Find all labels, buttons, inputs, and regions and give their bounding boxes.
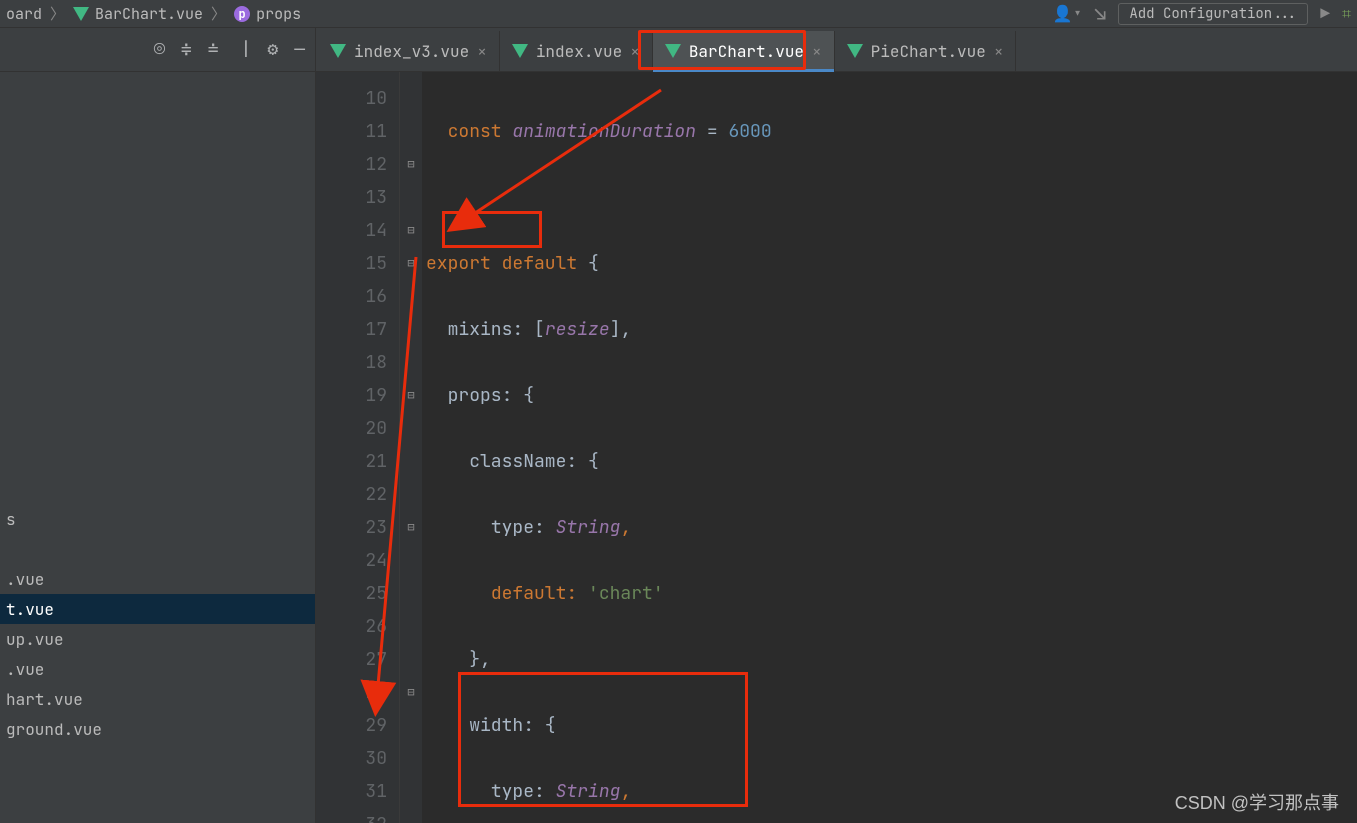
hide-icon[interactable]: —: [294, 38, 305, 61]
tree-item[interactable]: [0, 534, 315, 564]
code-content[interactable]: const animationDuration = 6000 export de…: [422, 72, 1357, 823]
top-toolbar: oard 〉 BarChart.vue 〉 p props 👤▾ ↘ Add C…: [0, 0, 1357, 28]
editor: index_v3.vue×index.vue×BarChart.vue×PieC…: [316, 28, 1357, 823]
user-icon[interactable]: 👤▾: [1053, 3, 1083, 24]
close-icon[interactable]: ×: [630, 41, 640, 62]
fold-toggle[interactable]: [400, 313, 422, 346]
fold-toggle[interactable]: [400, 775, 422, 808]
line-number[interactable]: 27: [316, 643, 387, 676]
debug-icon[interactable]: ⌗: [1342, 3, 1351, 24]
line-number[interactable]: 20: [316, 412, 387, 445]
hammer-icon[interactable]: ↘: [1094, 1, 1106, 27]
editor-tab[interactable]: BarChart.vue×: [653, 31, 835, 71]
vue-icon: [73, 7, 89, 21]
vue-icon: [330, 44, 346, 58]
file-tree[interactable]: s.vuet.vueup.vue.vuehart.vueground.vue: [0, 72, 315, 823]
editor-tab[interactable]: index.vue×: [500, 31, 653, 71]
line-number[interactable]: 12: [316, 148, 387, 181]
tree-item[interactable]: up.vue: [0, 624, 315, 654]
expand-icon[interactable]: ≑: [181, 38, 192, 61]
fold-toggle[interactable]: [400, 643, 422, 676]
line-number[interactable]: 18: [316, 346, 387, 379]
line-number[interactable]: 11: [316, 115, 387, 148]
fold-column[interactable]: ⊟⊟⊟⊟⊟⊟: [400, 72, 422, 823]
breadcrumb-item[interactable]: oard: [6, 4, 42, 24]
editor-tab[interactable]: PieChart.vue×: [835, 31, 1017, 71]
target-icon[interactable]: ◎: [154, 38, 165, 61]
fold-toggle[interactable]: ⊟: [400, 247, 422, 280]
fold-toggle[interactable]: [400, 742, 422, 775]
line-number[interactable]: 21: [316, 445, 387, 478]
line-number[interactable]: 25: [316, 577, 387, 610]
fold-toggle[interactable]: [400, 478, 422, 511]
line-number[interactable]: 17: [316, 313, 387, 346]
add-configuration-button[interactable]: Add Configuration...: [1118, 3, 1308, 25]
tree-item[interactable]: s: [0, 504, 315, 534]
fold-toggle[interactable]: [400, 346, 422, 379]
fold-toggle[interactable]: ⊟: [400, 511, 422, 544]
property-icon: p: [234, 6, 250, 22]
line-number[interactable]: 14: [316, 214, 387, 247]
fold-toggle[interactable]: [400, 808, 422, 823]
tree-item[interactable]: t.vue: [0, 594, 315, 624]
fold-toggle[interactable]: ⊟: [400, 379, 422, 412]
line-number[interactable]: 24: [316, 544, 387, 577]
close-icon[interactable]: ×: [994, 41, 1004, 62]
collapse-icon[interactable]: ≐: [208, 38, 219, 61]
vue-icon: [847, 44, 863, 58]
tree-item[interactable]: hart.vue: [0, 684, 315, 714]
vue-icon: [512, 44, 528, 58]
line-gutter[interactable]: 1011121314151617181920212223242526272829…: [316, 72, 400, 823]
tree-item[interactable]: .vue: [0, 654, 315, 684]
line-number[interactable]: 23: [316, 511, 387, 544]
line-number[interactable]: 22: [316, 478, 387, 511]
fold-toggle[interactable]: ⊟: [400, 148, 422, 181]
line-number[interactable]: 26: [316, 610, 387, 643]
line-number[interactable]: 16: [316, 280, 387, 313]
editor-tab[interactable]: index_v3.vue×: [318, 31, 500, 71]
breadcrumb[interactable]: oard 〉 BarChart.vue 〉 p props: [6, 3, 1053, 24]
chevron-right-icon: 〉: [50, 3, 65, 24]
line-number[interactable]: 31: [316, 775, 387, 808]
fold-toggle[interactable]: [400, 544, 422, 577]
toolbar-right: 👤▾ ↘ Add Configuration... ▶ ⌗: [1053, 1, 1351, 27]
code-area: 1011121314151617181920212223242526272829…: [316, 72, 1357, 823]
line-number[interactable]: 29: [316, 709, 387, 742]
fold-toggle[interactable]: [400, 709, 422, 742]
line-number[interactable]: 13: [316, 181, 387, 214]
fold-toggle[interactable]: ⊟: [400, 676, 422, 709]
fold-toggle[interactable]: [400, 115, 422, 148]
tree-item[interactable]: .vue: [0, 564, 315, 594]
project-sidebar: ◎ ≑ ≐ | ⚙ — s.vuet.vueup.vue.vuehart.vue…: [0, 28, 316, 823]
editor-tabs: index_v3.vue×index.vue×BarChart.vue×PieC…: [316, 28, 1357, 72]
fold-toggle[interactable]: [400, 577, 422, 610]
vue-icon: [665, 44, 681, 58]
sidebar-toolbar: ◎ ≑ ≐ | ⚙ —: [0, 28, 315, 72]
close-icon[interactable]: ×: [812, 41, 822, 62]
watermark: CSDN @学习那点事: [1175, 789, 1339, 815]
chevron-right-icon: 〉: [211, 3, 226, 24]
run-icon[interactable]: ▶: [1320, 3, 1330, 24]
main: ◎ ≑ ≐ | ⚙ — s.vuet.vueup.vue.vuehart.vue…: [0, 28, 1357, 823]
line-number[interactable]: 30: [316, 742, 387, 775]
gear-icon[interactable]: ⚙: [267, 38, 278, 61]
fold-toggle[interactable]: ⊟: [400, 214, 422, 247]
line-number[interactable]: 19: [316, 379, 387, 412]
fold-toggle[interactable]: [400, 412, 422, 445]
annotation-box: [442, 211, 542, 248]
line-number[interactable]: 10: [316, 82, 387, 115]
line-number[interactable]: 15: [316, 247, 387, 280]
fold-toggle[interactable]: [400, 610, 422, 643]
fold-toggle[interactable]: [400, 445, 422, 478]
tree-item[interactable]: ground.vue: [0, 714, 315, 744]
fold-toggle[interactable]: [400, 82, 422, 115]
tree-item[interactable]: [0, 474, 315, 504]
fold-toggle[interactable]: [400, 280, 422, 313]
breadcrumb-item[interactable]: BarChart.vue: [73, 4, 203, 24]
breadcrumb-item[interactable]: p props: [234, 4, 301, 24]
line-number[interactable]: 32: [316, 808, 387, 823]
close-icon[interactable]: ×: [477, 41, 487, 62]
line-number[interactable]: 28: [316, 676, 387, 709]
fold-toggle[interactable]: [400, 181, 422, 214]
